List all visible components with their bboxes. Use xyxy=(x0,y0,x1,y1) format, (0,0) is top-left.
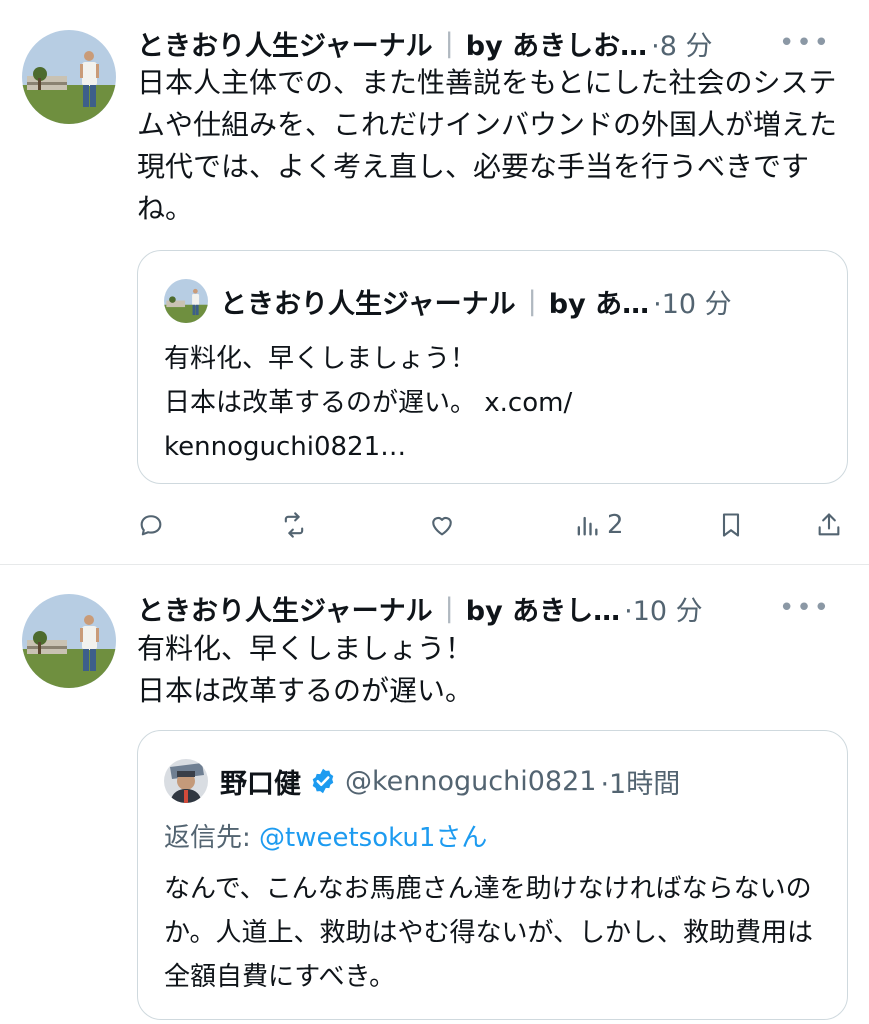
author-name[interactable]: ときおり人生ジャーナル xyxy=(137,24,433,63)
quoted-tweet-header: 野口健 @kennoguchi0821 ·1時間 xyxy=(164,759,827,803)
quoted-handle: @kennoguchi0821 xyxy=(345,765,597,797)
separator: | xyxy=(444,27,454,59)
action-bar: 2 xyxy=(137,505,851,545)
bookmark-icon xyxy=(722,513,740,537)
tweet-header: ときおり人生ジャーナル | by あきしお… ·8 分 ••• xyxy=(137,23,849,63)
quoted-tweet-header: ときおり人生ジャーナル | by あ… ·10 分 xyxy=(164,279,827,323)
tweet-header: ときおり人生ジャーナル | by あきし… ·10 分 ••• xyxy=(137,588,849,628)
quoted-author-name: ときおり人生ジャーナル xyxy=(220,288,516,320)
avatar xyxy=(164,759,208,803)
avatar-photo-icon xyxy=(164,279,208,323)
quoted-tweet[interactable]: 野口健 @kennoguchi0821 ·1時間 返信先: @tweetsoku… xyxy=(137,730,848,1020)
views-count: 2 xyxy=(607,510,624,540)
bookmark-button[interactable] xyxy=(717,505,745,545)
quoted-author-name: 野口健 xyxy=(220,768,301,800)
author-name[interactable]: ときおり人生ジャーナル xyxy=(137,589,433,628)
quoted-tweet-text: なんで、こんなお馬鹿さん達を助けなければならないのか。人道上、救助はやむ得ないが… xyxy=(164,874,813,992)
avatar-photo-icon xyxy=(22,30,116,124)
timestamp[interactable]: ·10 分 xyxy=(624,589,703,628)
tweet[interactable]: ときおり人生ジャーナル | by あきし… ·10 分 ••• 有料化、早くしま… xyxy=(0,566,869,1024)
views-icon xyxy=(577,516,598,536)
tweet-text: 日本人主体での、また性善説をもとにした社会のシステムや仕組みを、これだけインバウ… xyxy=(137,66,838,225)
quoted-timestamp: ·1時間 xyxy=(600,768,681,800)
quoted-author-byline: by あ… xyxy=(548,288,650,320)
tweet[interactable]: ときおり人生ジャーナル | by あきしお… ·8 分 ••• 日本人主体での、… xyxy=(0,0,869,565)
share-button[interactable] xyxy=(815,505,843,545)
reply-button[interactable] xyxy=(137,505,165,545)
more-options-icon[interactable]: ••• xyxy=(779,593,831,623)
separator: | xyxy=(527,285,537,317)
share-icon xyxy=(818,513,840,536)
like-button[interactable] xyxy=(428,505,456,545)
reply-to-label: 返信先: xyxy=(164,823,251,853)
timestamp[interactable]: ·8 分 xyxy=(651,24,712,63)
reply-to-line: 返信先: @tweetsoku1さん xyxy=(164,817,487,854)
separator: | xyxy=(444,592,454,624)
quoted-timestamp: ·10 分 xyxy=(653,288,732,320)
verified-badge-icon xyxy=(312,768,334,794)
author-byline[interactable]: by あきし… xyxy=(466,589,620,628)
avatar xyxy=(164,279,208,323)
avatar[interactable] xyxy=(22,30,116,124)
tweet-text: 有料化、早くしましょう！ 日本は改革するのが遅い。 xyxy=(137,632,474,707)
reply-to-handle[interactable]: @tweetsoku1さん xyxy=(259,823,487,853)
views-button[interactable]: 2 xyxy=(573,505,624,545)
more-options-icon[interactable]: ••• xyxy=(779,28,831,58)
avatar-photo-icon xyxy=(22,594,116,688)
retweet-icon xyxy=(284,512,304,538)
reply-icon xyxy=(140,515,162,536)
avatar-photo-icon xyxy=(164,759,208,803)
quoted-tweet[interactable]: ときおり人生ジャーナル | by あ… ·10 分 有料化、早くしましょう！ 日… xyxy=(137,250,848,484)
retweet-button[interactable] xyxy=(280,505,308,545)
author-byline[interactable]: by あきしお… xyxy=(466,24,647,63)
quoted-tweet-text: 有料化、早くしましょう！ 日本は改革するのが遅い。 x.com/ kennogu… xyxy=(164,344,573,462)
heart-icon xyxy=(432,516,452,536)
avatar[interactable] xyxy=(22,594,116,688)
